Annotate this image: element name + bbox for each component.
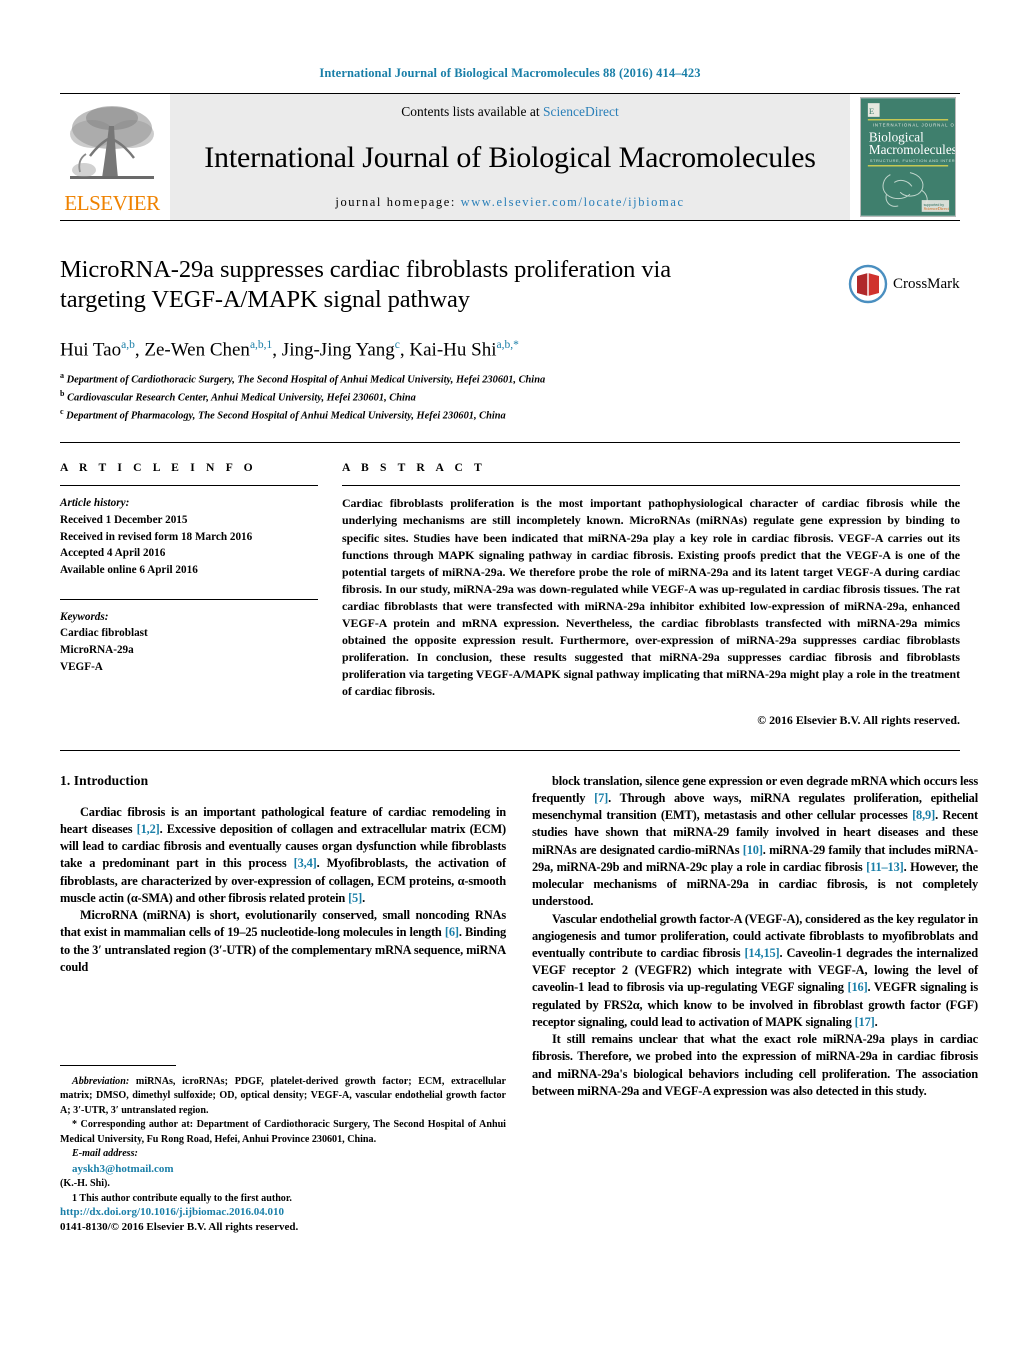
contents-lists-prefix: Contents lists available at [401, 104, 543, 119]
affiliation-text-a: Department of Cardiothoracic Surgery, Th… [66, 374, 546, 386]
page-title: MicroRNA-29a suppresses cardiac fibrobla… [60, 256, 671, 314]
abstract-heading: A B S T R A C T [342, 461, 486, 475]
affiliation-marker-a: a [60, 370, 64, 380]
keywords-block: Keywords: Cardiac fibroblast MicroRNA-29… [60, 598, 318, 676]
crossmark-icon [848, 264, 888, 304]
affiliation-c: c Department of Pharmacology, The Second… [60, 406, 960, 424]
history-online: Available online 6 April 2016 [60, 564, 198, 576]
affiliation-marker-b: b [60, 389, 65, 398]
keyword-item-1: Cardiac fibroblast [60, 627, 148, 640]
article-info-column: A R T I C L E I N F O Article history: R… [60, 461, 342, 727]
journal-title: International Journal of Biological Macr… [204, 140, 816, 174]
sciencedirect-link[interactable]: ScienceDirect [543, 104, 619, 119]
affiliation-text-c: Department of Pharmacology, The Second H… [66, 410, 506, 422]
email-link[interactable]: ayskh3@hotmail.com [60, 1162, 506, 1177]
paper-page: International Journal of Biological Macr… [0, 0, 1020, 1351]
homepage-prefix: journal homepage: [335, 195, 461, 209]
footnote-corresponding-author: * Corresponding author at: Department of… [60, 1119, 506, 1145]
svg-text:Macromolecules: Macromolecules [869, 142, 956, 157]
author-list: Hui Taoa,b, Ze-Wen Chena,b,1, Jing-Jing … [60, 338, 519, 361]
svg-text:ScienceDirect: ScienceDirect [924, 206, 950, 211]
keywords-rule [60, 598, 318, 600]
journal-homepage-line: journal homepage: www.elsevier.com/locat… [335, 195, 684, 210]
history-received: Received 1 December 2015 [60, 514, 188, 527]
article-title-block: MicroRNA-29a suppresses cardiac fibrobla… [60, 255, 960, 424]
keyword-item-3: VEGF-A [60, 660, 103, 673]
crossmark-badge[interactable]: CrossMark [848, 251, 960, 317]
article-info-heading: A R T I C L E I N F O [60, 461, 257, 475]
history-accepted: Accepted 4 April 2016 [60, 547, 166, 560]
issn-copyright-line: 0141-8130/© 2016 Elsevier B.V. All right… [60, 1221, 299, 1234]
homepage-url-link[interactable]: www.elsevier.com/locate/ijbiomac [461, 195, 685, 209]
abstract-column: A B S T R A C T Cardiac fibroblasts prol… [342, 461, 960, 727]
footnote-email: E-mail address: ayskh3@hotmail.com (K.-H… [60, 1147, 506, 1191]
elsevier-wordmark: ELSEVIER [64, 193, 160, 214]
affiliation-text-b: Cardiovascular Research Center, Anhui Me… [67, 392, 416, 404]
bottom-block: http://dx.doi.org/10.1016/j.ijbiomac.201… [60, 1205, 506, 1236]
running-head: International Journal of Biological Macr… [319, 66, 701, 80]
email-suffix: (K.-H. Shi). [60, 1178, 110, 1190]
doi-link[interactable]: http://dx.doi.org/10.1016/j.ijbiomac.201… [60, 1205, 506, 1220]
section-heading-introduction: 1. Introduction [60, 772, 149, 788]
intro-paragraph-4: Vascular endothelial growth factor-A (VE… [532, 911, 978, 1029]
footnote-rule [60, 1064, 176, 1066]
info-abstract-row: A R T I C L E I N F O Article history: R… [60, 442, 960, 727]
footnote-block: Abbreviation: miRNAs, icroRNAs; PDGF, pl… [60, 1064, 506, 1207]
article-history-label: Article history: [60, 497, 130, 510]
history-revised: Received in revised form 18 March 2016 [60, 530, 253, 543]
keyword-item-2: MicroRNA-29a [60, 643, 134, 656]
abstract-text: Cardiac fibroblasts proliferation is the… [342, 496, 960, 698]
affiliation-a: a Department of Cardiothoracic Surgery, … [60, 370, 960, 388]
intro-paragraph-3: block translation, silence gene expressi… [532, 773, 978, 909]
affiliation-list: a Department of Cardiothoracic Surgery, … [60, 370, 960, 425]
affiliation-b: b Cardiovascular Research Center, Anhui … [60, 388, 960, 406]
body-column-right: block translation, silence gene expressi… [532, 773, 978, 1100]
abstract-copyright: © 2016 Elsevier B.V. All rights reserved… [757, 712, 960, 727]
abstract-rule [342, 485, 960, 487]
elsevier-logo: ELSEVIER [60, 94, 164, 220]
intro-paragraph-5: It still remains unclear that what the e… [532, 1032, 978, 1098]
masthead-center: Contents lists available at ScienceDirec… [170, 94, 850, 220]
elsevier-tree-icon [66, 98, 158, 192]
body-column-left: 1. Introduction Cardiac fibrosis is an i… [60, 772, 506, 1233]
intro-paragraph-1: Cardiac fibrosis is an important patholo… [60, 804, 506, 905]
keywords-label: Keywords: [60, 610, 109, 623]
svg-text:E: E [869, 106, 874, 116]
footnote-abbreviations: Abbreviation: miRNAs, icroRNAs; PDGF, pl… [60, 1075, 506, 1116]
journal-cover-thumbnail: E INTERNATIONAL JOURNAL OF Biological Ma… [856, 94, 960, 220]
contents-lists-line: Contents lists available at ScienceDirec… [401, 104, 618, 120]
journal-masthead: ELSEVIER Contents lists available at Sci… [60, 93, 960, 221]
svg-text:STRUCTURE, FUNCTION AND INTERA: STRUCTURE, FUNCTION AND INTERACTIONS [870, 158, 956, 163]
article-info-rule [60, 485, 318, 487]
svg-text:INTERNATIONAL JOURNAL OF: INTERNATIONAL JOURNAL OF [873, 123, 956, 128]
email-label: E-mail address: [72, 1148, 138, 1160]
journal-cover-image: E INTERNATIONAL JOURNAL OF Biological Ma… [860, 97, 956, 217]
crossmark-label: CrossMark [893, 275, 960, 292]
affiliation-marker-c: c [60, 407, 64, 417]
body-columns: 1. Introduction Cardiac fibrosis is an i… [60, 749, 978, 1233]
intro-paragraph-2: MicroRNA (miRNA) is short, evolutionaril… [60, 908, 506, 974]
